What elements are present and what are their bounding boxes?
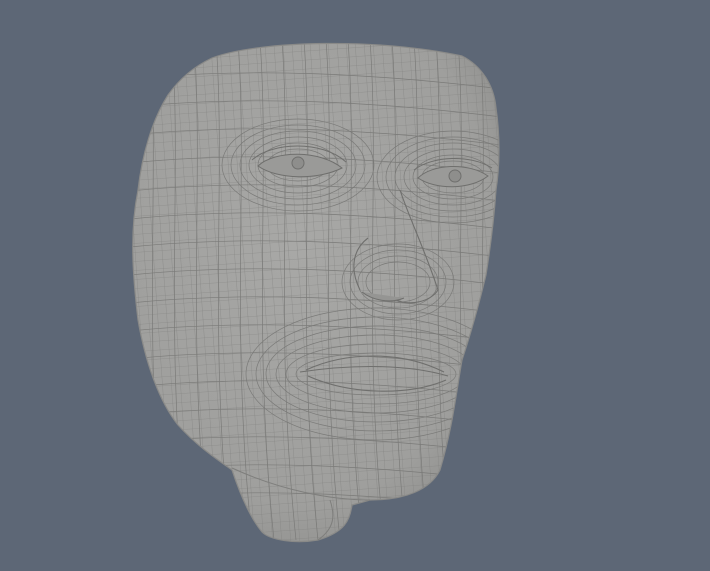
3d-viewport[interactable] (0, 0, 710, 571)
head-surface (132, 42, 500, 543)
head-mesh-render[interactable] (0, 0, 710, 571)
